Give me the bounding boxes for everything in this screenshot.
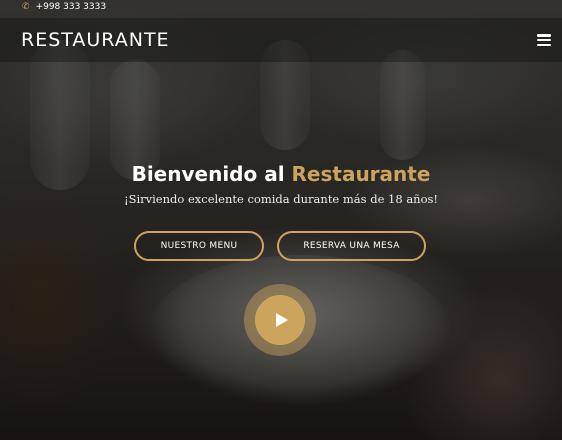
logo[interactable]: RESTAURANTE	[21, 29, 170, 51]
hamburger-icon[interactable]	[537, 34, 551, 46]
hero-title: Bienvenido al Restaurante	[0, 162, 562, 186]
book-table-button[interactable]: RESERVA UNA MESA	[277, 231, 426, 261]
play-video-button[interactable]	[244, 284, 316, 356]
hero-overlay	[0, 0, 562, 440]
top-bar: ✆ +998 333 3333	[0, 0, 562, 14]
our-menu-button[interactable]: NUESTRO MENU	[134, 231, 264, 261]
hero-subtitle: ¡Sirviendo excelente comida durante más …	[123, 192, 439, 206]
phone-number[interactable]: +998 333 3333	[36, 2, 107, 12]
hero-title-prefix: Bienvenido al	[131, 162, 292, 186]
phone-icon: ✆	[22, 2, 30, 12]
header: RESTAURANTE	[0, 18, 562, 62]
hero-title-accent: Restaurante	[291, 162, 431, 186]
play-icon	[255, 295, 305, 345]
